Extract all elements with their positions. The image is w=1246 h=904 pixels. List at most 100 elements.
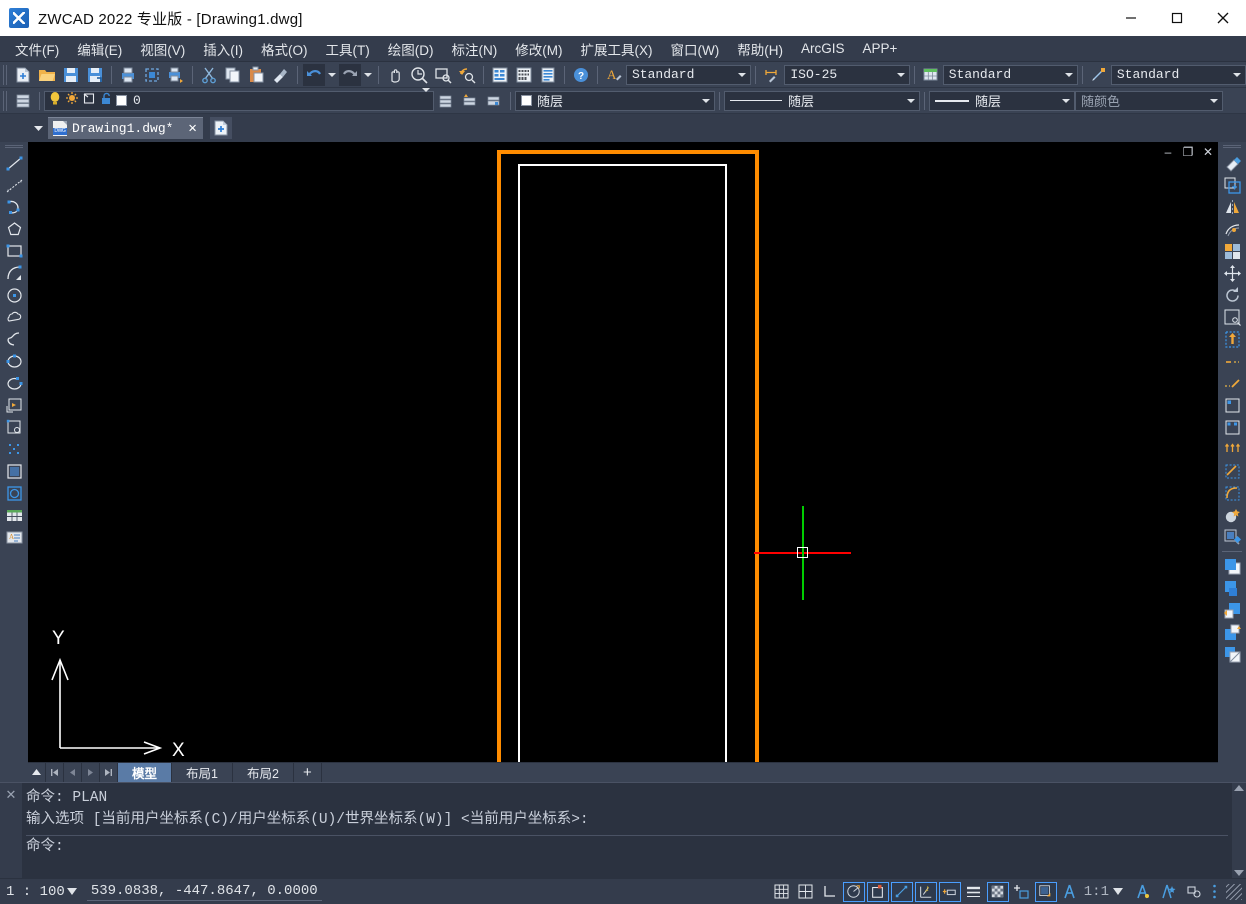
drawing-scale-value[interactable]: 1 : 100	[0, 884, 65, 900]
scroll-down-icon[interactable]	[1234, 870, 1244, 876]
ellipse-icon[interactable]	[2, 350, 26, 372]
join-icon[interactable]	[1220, 438, 1244, 460]
toolbar-grip[interactable]	[2, 90, 9, 111]
layer-control-combo[interactable]: 0	[44, 87, 434, 111]
command-history[interactable]: 命令: PLAN 输入选项 [当前用户坐标系(C)/用户坐标系(U)/世界坐标系…	[22, 783, 1232, 878]
plot-preview-icon[interactable]	[141, 64, 163, 86]
chevron-down-icon[interactable]	[903, 92, 919, 110]
match-properties-icon[interactable]	[270, 64, 292, 86]
chevron-down-icon[interactable]	[698, 92, 714, 110]
offset-icon[interactable]	[1220, 218, 1244, 240]
menu-help[interactable]: 帮助(H)	[728, 36, 792, 62]
ortho-toggle[interactable]	[819, 882, 841, 902]
snap-toggle[interactable]	[771, 882, 793, 902]
arc-icon[interactable]	[2, 262, 26, 284]
layer-state-icon[interactable]	[459, 90, 481, 112]
linetype-control-combo[interactable]: 随层	[724, 90, 920, 111]
trim-icon[interactable]	[1220, 350, 1244, 372]
toolbar-grip[interactable]	[2, 64, 9, 85]
chevron-down-icon[interactable]	[1229, 66, 1245, 84]
menu-view[interactable]: 视图(V)	[131, 36, 194, 62]
chevron-down-icon[interactable]	[893, 66, 909, 84]
bring-above-object-icon[interactable]	[1220, 599, 1244, 621]
layer-previous-icon[interactable]	[435, 90, 457, 112]
erase-icon[interactable]	[1220, 152, 1244, 174]
toolbar-grip[interactable]	[5, 144, 23, 150]
draw-order-icon[interactable]	[1220, 643, 1244, 665]
chevron-down-icon[interactable]	[1206, 92, 1222, 110]
lock-unlocked-icon[interactable]	[99, 91, 113, 111]
prev-layout-icon[interactable]	[64, 763, 82, 782]
send-to-back-icon[interactable]	[1220, 577, 1244, 599]
send-under-object-icon[interactable]	[1220, 621, 1244, 643]
point-icon[interactable]	[2, 438, 26, 460]
mleader-style-icon[interactable]	[1088, 64, 1110, 86]
insert-block-icon[interactable]	[2, 394, 26, 416]
new-drawing-icon[interactable]	[209, 117, 232, 139]
multiline-text-icon[interactable]: A	[2, 526, 26, 548]
plot-style-control-combo[interactable]: 随颜色	[1075, 90, 1223, 111]
tab-layout2[interactable]: 布局2	[233, 763, 294, 782]
tab-layout1[interactable]: 布局1	[172, 763, 233, 782]
tab-model[interactable]: 模型	[118, 763, 173, 782]
menu-express-tools[interactable]: 扩展工具(X)	[572, 36, 662, 62]
chevron-down-icon[interactable]	[30, 120, 46, 136]
help-icon[interactable]: ?	[570, 64, 592, 86]
sun-freeze-icon[interactable]	[65, 91, 79, 111]
workspace-icon[interactable]	[1157, 882, 1179, 902]
scale-dropdown-icon[interactable]	[66, 888, 77, 895]
menu-app-plus[interactable]: APP+	[854, 38, 907, 59]
edit-hatch-icon[interactable]	[1220, 526, 1244, 548]
command-window-close-icon[interactable]: ✕	[0, 783, 22, 878]
dyn-toggle[interactable]	[938, 881, 961, 902]
menu-arcgis[interactable]: ArcGIS	[792, 38, 854, 59]
annotation-scale-value[interactable]: 1:1	[1084, 884, 1109, 900]
zoom-realtime-icon[interactable]	[408, 64, 430, 86]
layer-isolate-icon[interactable]	[483, 90, 505, 112]
make-block-icon[interactable]	[2, 416, 26, 438]
polar-toggle[interactable]	[842, 881, 865, 902]
break-icon[interactable]	[1220, 416, 1244, 438]
menu-modify[interactable]: 修改(M)	[506, 36, 571, 62]
add-layout-button[interactable]: +	[294, 763, 322, 782]
customize-icon[interactable]	[1183, 882, 1205, 902]
coordinates-display[interactable]: 539.0838, -447.8647, 0.0000	[86, 883, 322, 901]
explode-icon[interactable]	[1220, 504, 1244, 526]
annotation-scale-dropdown-icon[interactable]	[1113, 888, 1123, 895]
document-tab-drawing1[interactable]: DWG Drawing1.dwg* ✕	[48, 117, 203, 139]
save-icon[interactable]	[60, 64, 82, 86]
paste-icon[interactable]	[246, 64, 268, 86]
resize-grip-icon[interactable]	[1226, 883, 1242, 900]
minimize-button[interactable]	[1108, 0, 1154, 36]
toolbar-grip[interactable]	[1223, 144, 1241, 150]
save-as-icon[interactable]	[84, 64, 106, 86]
copy-icon[interactable]	[222, 64, 244, 86]
hatch-icon[interactable]	[2, 460, 26, 482]
gradient-icon[interactable]	[2, 482, 26, 504]
stretch-icon[interactable]	[1220, 328, 1244, 350]
cut-icon[interactable]	[198, 64, 220, 86]
mdi-minimize-button[interactable]: –	[1162, 146, 1174, 158]
redo-icon[interactable]	[339, 63, 361, 86]
tool-palette-icon[interactable]	[537, 64, 559, 86]
drawing-canvas[interactable]: – ❐ ✕ X Y	[28, 142, 1218, 762]
menu-window[interactable]: 窗口(W)	[662, 36, 729, 62]
dim-style-icon[interactable]	[761, 64, 783, 86]
menu-file[interactable]: 文件(F)	[6, 36, 68, 62]
menu-format[interactable]: 格式(O)	[252, 36, 317, 62]
polyline-icon[interactable]	[2, 196, 26, 218]
table-style-combo[interactable]: Standard	[942, 64, 1078, 85]
command-prompt[interactable]: 命令:	[26, 836, 1228, 858]
layer-properties-icon[interactable]	[12, 90, 34, 112]
mdi-restore-button[interactable]: ❐	[1182, 146, 1194, 158]
design-center-icon[interactable]	[513, 64, 535, 86]
text-style-icon[interactable]: A	[603, 64, 625, 86]
construction-line-icon[interactable]	[2, 174, 26, 196]
layer-freeze-vp-icon[interactable]	[82, 91, 96, 111]
annotation-visibility-icon[interactable]	[1059, 882, 1081, 902]
otrack-toggle[interactable]	[890, 881, 913, 902]
table-style-icon[interactable]	[920, 64, 942, 86]
next-layout-icon[interactable]	[82, 763, 100, 782]
mirror-icon[interactable]	[1220, 196, 1244, 218]
first-layout-icon[interactable]	[46, 763, 64, 782]
